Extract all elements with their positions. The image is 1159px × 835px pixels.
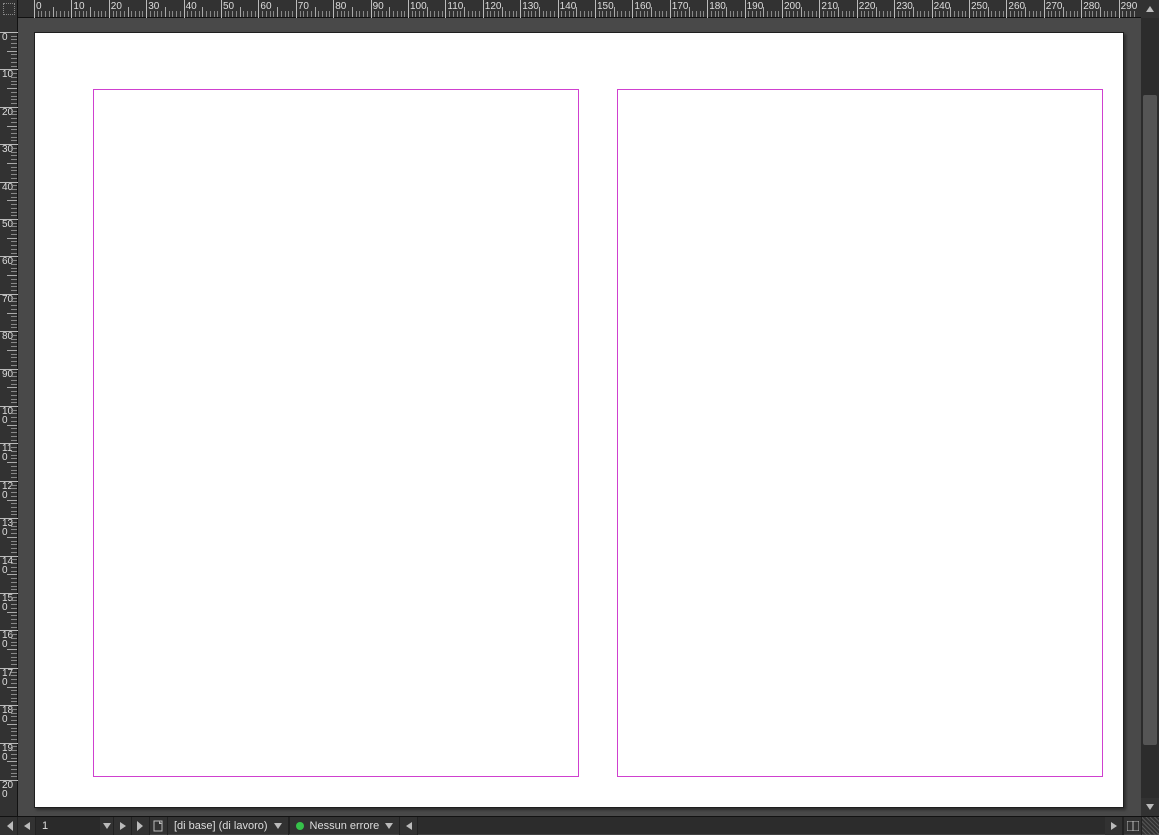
page-dropdown-button[interactable]	[100, 817, 114, 835]
first-page-button[interactable]	[0, 817, 18, 835]
horizontal-ruler[interactable]: 0102030405060708090100110120130140150160…	[0, 0, 1141, 18]
ruler-v-label: 0	[2, 33, 16, 42]
horizontal-scrollbar[interactable]	[418, 817, 1105, 834]
chevron-left-icon	[24, 822, 30, 830]
chevron-down-icon	[103, 823, 111, 829]
ruler-v-label: 60	[2, 257, 16, 266]
resize-grip[interactable]	[1141, 817, 1159, 835]
prev-page-button[interactable]	[18, 817, 36, 835]
margin-frame-left	[93, 89, 579, 777]
last-page-button[interactable]	[132, 817, 150, 835]
document-icon	[153, 820, 165, 832]
scroll-down-button[interactable]	[1141, 798, 1159, 816]
open-master-button[interactable]	[150, 817, 168, 835]
vertical-ruler[interactable]: 0102030405060708090100110120130140150160…	[0, 18, 18, 816]
status-bar: [di base] (di lavoro) Nessun errore	[0, 816, 1159, 834]
ruler-v-label: 50	[2, 220, 16, 229]
last-page-icon	[136, 821, 146, 831]
preflight-status-dropdown[interactable]: Nessun errore	[290, 817, 401, 835]
master-spread-dropdown[interactable]: [di base] (di lavoro)	[168, 817, 289, 835]
split-view-icon	[1127, 821, 1139, 831]
ruler-v-label: 10	[2, 70, 16, 79]
ruler-v-label: 40	[2, 183, 16, 192]
next-page-button[interactable]	[114, 817, 132, 835]
margin-frame-right	[617, 89, 1103, 777]
ruler-origin-corner[interactable]	[0, 0, 18, 18]
bottom-right-cluster	[1105, 817, 1159, 834]
master-spread-label: [di base] (di lavoro)	[174, 820, 268, 832]
ruler-v-label: 30	[2, 145, 16, 154]
vertical-scrollbar[interactable]	[1141, 0, 1159, 816]
chevron-down-icon	[274, 823, 282, 829]
vertical-scroll-thumb[interactable]	[1143, 95, 1157, 745]
preflight-status-dot-icon	[296, 822, 304, 830]
scroll-right-button[interactable]	[1105, 817, 1123, 835]
ruler-v-label: 70	[2, 295, 16, 304]
page-number-input[interactable]	[36, 817, 100, 835]
document-viewport[interactable]	[18, 18, 1141, 816]
chevron-down-icon	[1146, 804, 1154, 810]
ruler-v-label: 20	[2, 108, 16, 117]
scroll-left-button[interactable]	[400, 817, 418, 835]
chevron-up-icon	[1146, 6, 1154, 12]
ruler-v-label: 200	[2, 781, 16, 799]
horizontal-ruler-ticks: 0102030405060708090100110120130140150160…	[18, 0, 1141, 17]
ruler-v-label: 90	[2, 370, 16, 379]
chevron-right-icon	[1111, 822, 1117, 830]
chevron-right-icon	[120, 822, 126, 830]
chevron-down-icon	[385, 823, 393, 829]
chevron-left-icon	[406, 822, 412, 830]
ruler-v-label: 80	[2, 332, 16, 341]
first-page-icon	[4, 821, 14, 831]
page-spread[interactable]	[34, 32, 1124, 808]
scroll-up-button[interactable]	[1141, 0, 1159, 18]
preflight-status-label: Nessun errore	[310, 820, 380, 832]
split-view-button[interactable]	[1123, 817, 1141, 835]
